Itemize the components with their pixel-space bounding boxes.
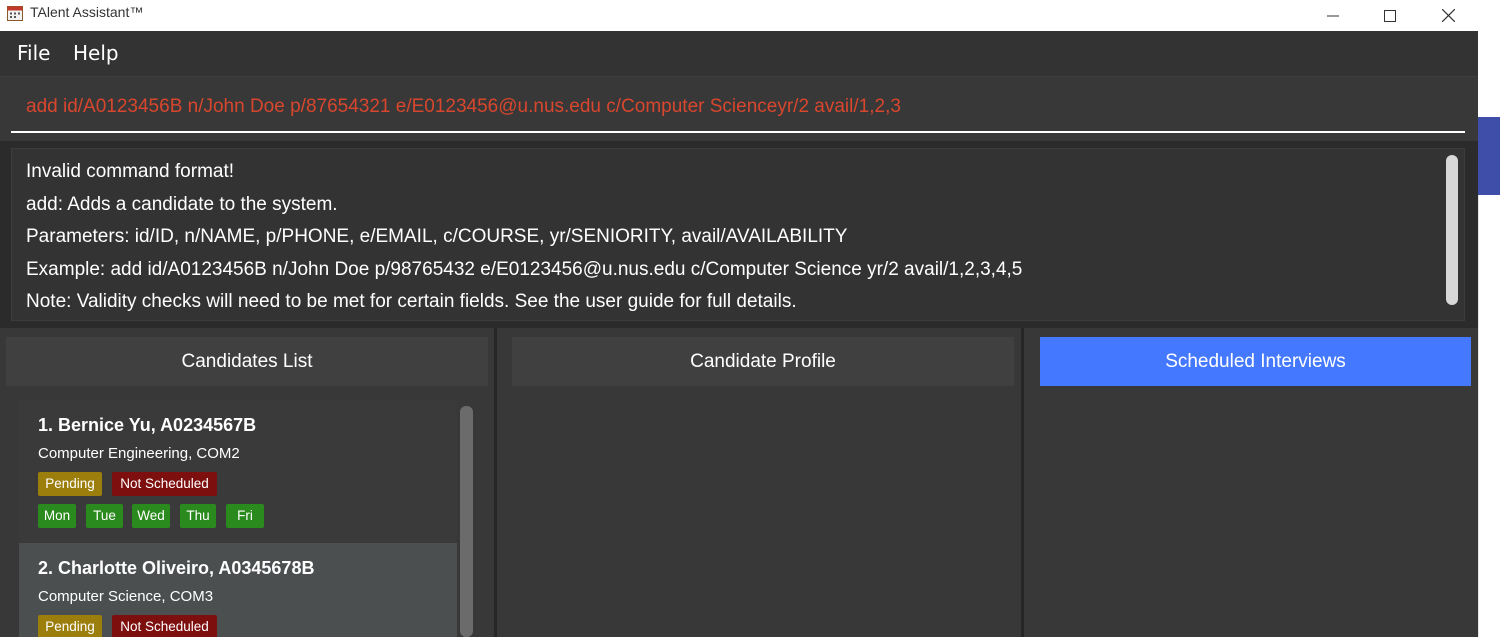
close-icon — [1441, 9, 1455, 22]
tab-scheduled-interviews[interactable]: Scheduled Interviews — [1040, 337, 1471, 386]
window-title: TAlent Assistant™ — [30, 4, 144, 20]
availability-badge: Mon — [38, 504, 76, 528]
candidate-name: 2. Charlotte Oliveiro, A0345678B — [38, 558, 315, 578]
minimize-button[interactable] — [1302, 0, 1364, 31]
scheduled-interviews-panel: Scheduled Interviews — [1024, 328, 1478, 637]
result-line: add: Adds a candidate to the system. — [26, 194, 338, 215]
tab-candidates-list[interactable]: Candidates List — [6, 337, 488, 386]
result-line: Invalid command format! — [26, 161, 235, 182]
result-display: Invalid command format! add: Adds a cand… — [11, 148, 1465, 321]
list-item[interactable]: 2. Charlotte Oliveiro, A0345678B Compute… — [19, 543, 457, 637]
candidate-course: Computer Science, COM3 — [38, 588, 214, 605]
tab-candidate-profile[interactable]: Candidate Profile — [512, 337, 1014, 386]
status-badge: Pending — [38, 472, 102, 496]
availability-badge: Thu — [180, 504, 216, 528]
availability-badge: Wed — [132, 504, 170, 528]
background-window-edge — [1478, 195, 1479, 637]
interview-badge: Not Scheduled — [112, 615, 217, 637]
candidate-name: 1. Bernice Yu, A0234567B — [38, 415, 257, 435]
interview-badge: Not Scheduled — [112, 472, 217, 496]
result-scrollbar[interactable] — [1446, 155, 1458, 305]
command-box: add id/A0123456B n/John Doe p/87654321 e… — [0, 77, 1478, 141]
title-bar: TAlent Assistant™ — [0, 0, 1478, 31]
maximize-icon — [1384, 9, 1396, 22]
candidate-profile-panel: Candidate Profile — [497, 328, 1021, 637]
menu-bar: File Help — [0, 31, 1478, 77]
menu-file[interactable]: File — [17, 41, 50, 65]
result-line: Example: add id/A0123456B n/John Doe p/9… — [26, 259, 1023, 280]
calendar-app-icon — [7, 6, 23, 21]
candidates-list-scrollbar[interactable] — [460, 406, 473, 637]
background-window-fragment — [1478, 117, 1500, 195]
menu-help[interactable]: Help — [73, 41, 119, 65]
maximize-button[interactable] — [1359, 0, 1421, 31]
availability-badge: Tue — [86, 504, 123, 528]
candidate-course: Computer Engineering, COM2 — [38, 445, 240, 462]
minimize-icon — [1327, 15, 1339, 16]
result-line: Parameters: id/ID, n/NAME, p/PHONE, e/EM… — [26, 226, 848, 247]
list-item[interactable]: 1. Bernice Yu, A0234567B Computer Engine… — [19, 400, 457, 543]
app-window: TAlent Assistant™ File Help add id/A0123… — [0, 0, 1478, 637]
command-input-underline — [11, 131, 1465, 133]
result-line: Note: Validity checks will need to be me… — [26, 291, 797, 312]
availability-badge: Fri — [226, 504, 264, 528]
status-badge: Pending — [38, 615, 102, 637]
command-input[interactable]: add id/A0123456B n/John Doe p/87654321 e… — [26, 96, 901, 118]
close-button[interactable] — [1417, 0, 1478, 31]
